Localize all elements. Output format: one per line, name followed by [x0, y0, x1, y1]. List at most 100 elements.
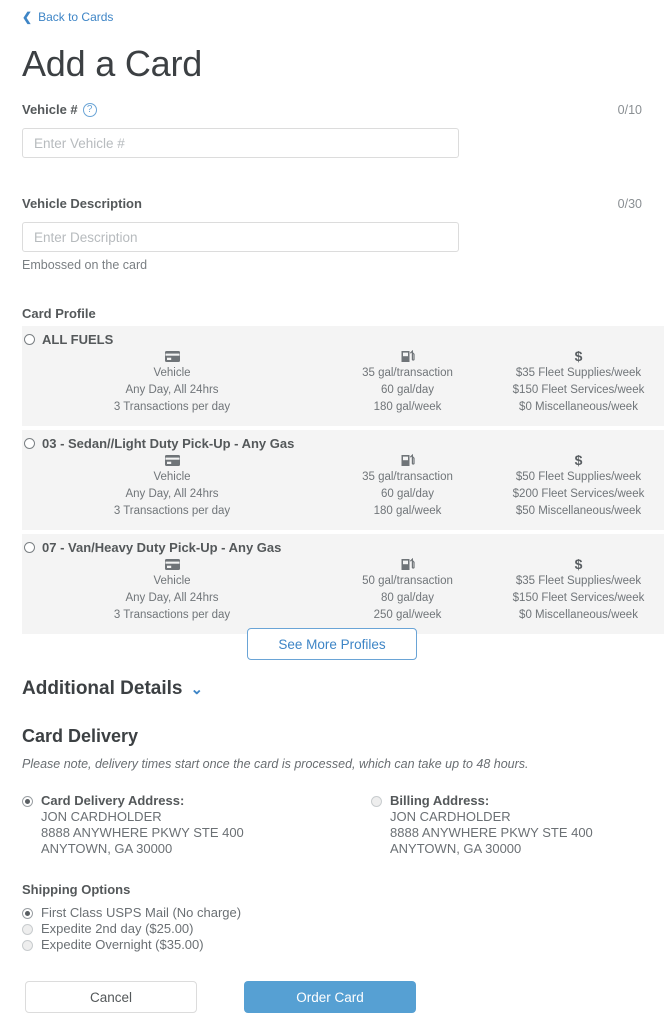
see-more-profiles-button[interactable]: See More Profiles [247, 628, 417, 660]
address-line: JON CARDHOLDER [390, 809, 511, 824]
chevron-left-icon: ❮ [22, 10, 33, 24]
page-title: Add a Card [22, 43, 203, 84]
card-profile-fuel-line: 60 gal/day [380, 488, 435, 500]
card-profile-fuel-line: 250 gal/week [373, 609, 442, 621]
card-profile-header: 07 - Van/Heavy Duty Pick-Up - Any Gas [22, 540, 664, 555]
shipping-option-expedite-2nd-day[interactable]: Expedite 2nd day ($25.00) [22, 921, 241, 937]
card-delivery-address-option[interactable]: Card Delivery Address: JON CARDHOLDER 88… [22, 793, 244, 857]
shipping-option-radio[interactable] [22, 939, 33, 951]
card-profile-fuel-line: 180 gal/week [373, 401, 442, 413]
card-profile-spend-line: $50 Fleet Supplies/week [515, 471, 642, 483]
shipping-options-list: First Class USPS Mail (No charge) Expedi… [22, 905, 241, 953]
dollar-icon: $ [574, 348, 583, 364]
dollar-icon: $ [574, 452, 583, 468]
card-profile-spend-line: $150 Fleet Services/week [512, 384, 645, 396]
card-profile-spend-column: $ $35 Fleet Supplies/week $150 Fleet Ser… [493, 348, 664, 416]
address-line: ANYTOWN, GA 30000 [41, 841, 173, 856]
card-profile-header: ALL FUELS [22, 332, 664, 347]
back-to-cards-label: Back to Cards [38, 10, 114, 24]
card-profile-fuel-column: 35 gal/transaction 60 gal/day 180 gal/we… [322, 452, 493, 520]
card-profile-vehicle-line: Vehicle [153, 471, 191, 483]
card-profile-spend-line: $200 Fleet Services/week [512, 488, 645, 500]
card-profile-spend-column: $ $35 Fleet Supplies/week $150 Fleet Ser… [493, 556, 664, 624]
card-profile-vehicle-column: Vehicle Any Day, All 24hrs 3 Transaction… [22, 452, 322, 520]
card-profile-vehicle-line: Vehicle [153, 367, 191, 379]
card-profile-option[interactable]: ALL FUELS Vehicle Any Day, All 24hrs 3 T… [22, 326, 664, 426]
card-profile-radio[interactable] [24, 334, 35, 345]
card-profile-section-label: Card Profile [22, 306, 96, 321]
credit-card-icon [22, 452, 322, 469]
shipping-option-radio[interactable] [22, 907, 33, 919]
shipping-option-label: Expedite Overnight ($35.00) [41, 937, 204, 952]
additional-details-label: Additional Details [22, 678, 183, 699]
card-profile-spend-line: $35 Fleet Supplies/week [515, 575, 642, 587]
vehicle-number-counter: 0/10 [617, 103, 642, 117]
card-profile-spend-line: $35 Fleet Supplies/week [515, 367, 642, 379]
card-profile-radio[interactable] [24, 438, 35, 449]
card-delivery-title: Card Delivery [22, 726, 139, 746]
billing-address-option[interactable]: Billing Address: JON CARDHOLDER 8888 ANY… [371, 793, 593, 857]
card-profile-vehicle-line: Any Day, All 24hrs [125, 384, 219, 396]
card-delivery-address-radio[interactable] [22, 796, 33, 807]
card-profile-fuel-column: 50 gal/transaction 80 gal/day 250 gal/we… [322, 556, 493, 624]
card-profile-vehicle-line: 3 Transactions per day [113, 401, 231, 413]
card-profile-title: 03 - Sedan//Light Duty Pick-Up - Any Gas [42, 436, 295, 451]
card-delivery-note: Please note, delivery times start once t… [22, 757, 529, 771]
address-line: 8888 ANYWHERE PKWY STE 400 [390, 825, 593, 840]
card-profile-vehicle-line: 3 Transactions per day [113, 505, 231, 517]
vehicle-description-input[interactable] [22, 222, 459, 252]
card-profile-fuel-line: 35 gal/transaction [362, 367, 453, 379]
card-profile-header: 03 - Sedan//Light Duty Pick-Up - Any Gas [22, 436, 664, 451]
billing-address-radio[interactable] [371, 796, 382, 807]
back-to-cards-link[interactable]: ❮ Back to Cards [22, 10, 113, 24]
card-profile-spend-line: $150 Fleet Services/week [512, 592, 645, 604]
credit-card-icon [22, 348, 322, 365]
address-line: 8888 ANYWHERE PKWY STE 400 [41, 825, 244, 840]
card-profile-columns: Vehicle Any Day, All 24hrs 3 Transaction… [22, 348, 664, 416]
card-profile-columns: Vehicle Any Day, All 24hrs 3 Transaction… [22, 556, 664, 624]
vehicle-description-field-group: Vehicle Description 0/30 Embossed on the… [22, 196, 642, 272]
shipping-option-radio[interactable] [22, 923, 33, 935]
card-profile-vehicle-line: Any Day, All 24hrs [125, 592, 219, 604]
card-profile-spend-column: $ $50 Fleet Supplies/week $200 Fleet Ser… [493, 452, 664, 520]
dollar-icon: $ [574, 556, 583, 572]
chevron-down-icon: ⌄ [190, 680, 204, 698]
card-delivery-address-text: Card Delivery Address: JON CARDHOLDER 88… [41, 793, 244, 857]
card-profile-radio[interactable] [24, 542, 35, 553]
vehicle-description-label-row: Vehicle Description 0/30 [22, 196, 642, 212]
cancel-button[interactable]: Cancel [25, 981, 197, 1013]
fuel-pump-icon [322, 556, 493, 573]
credit-card-icon [22, 556, 322, 573]
footer-actions: Cancel Order Card [0, 981, 664, 1024]
vehicle-number-label: Vehicle # [22, 102, 78, 117]
card-profile-option[interactable]: 03 - Sedan//Light Duty Pick-Up - Any Gas… [22, 430, 664, 530]
card-profile-vehicle-line: Any Day, All 24hrs [125, 488, 219, 500]
help-icon[interactable]: ? [82, 103, 97, 117]
fuel-pump-icon [322, 452, 493, 469]
card-profile-option[interactable]: 07 - Van/Heavy Duty Pick-Up - Any Gas Ve… [22, 534, 664, 634]
card-profile-vehicle-line: 3 Transactions per day [113, 609, 231, 621]
card-profile-title: 07 - Van/Heavy Duty Pick-Up - Any Gas [42, 540, 282, 555]
vehicle-number-field-group: Vehicle # ? 0/10 [22, 102, 642, 158]
see-more-profiles-container: See More Profiles [0, 628, 664, 660]
vehicle-description-counter: 0/30 [617, 197, 642, 211]
vehicle-number-input[interactable] [22, 128, 459, 158]
card-profile-list: ALL FUELS Vehicle Any Day, All 24hrs 3 T… [0, 326, 664, 638]
shipping-option-expedite-overnight[interactable]: Expedite Overnight ($35.00) [22, 937, 241, 953]
shipping-option-label: First Class USPS Mail (No charge) [41, 905, 242, 920]
card-profile-fuel-line: 80 gal/day [380, 592, 435, 604]
card-profile-fuel-line: 180 gal/week [373, 505, 442, 517]
vehicle-description-label: Vehicle Description [22, 196, 142, 211]
card-profile-fuel-column: 35 gal/transaction 60 gal/day 180 gal/we… [322, 348, 493, 416]
card-profile-vehicle-column: Vehicle Any Day, All 24hrs 3 Transaction… [22, 348, 322, 416]
address-line: ANYTOWN, GA 30000 [390, 841, 522, 856]
card-profile-fuel-line: 35 gal/transaction [362, 471, 453, 483]
card-profile-fuel-line: 60 gal/day [380, 384, 435, 396]
additional-details-toggle[interactable]: Additional Details ⌄ [22, 678, 203, 700]
shipping-options-title: Shipping Options [22, 882, 131, 897]
shipping-option-label: Expedite 2nd day ($25.00) [41, 921, 194, 936]
shipping-option-first-class[interactable]: First Class USPS Mail (No charge) [22, 905, 241, 921]
order-card-button[interactable]: Order Card [244, 981, 416, 1013]
card-profile-vehicle-column: Vehicle Any Day, All 24hrs 3 Transaction… [22, 556, 322, 624]
card-delivery-address-label: Card Delivery Address: [41, 793, 185, 808]
